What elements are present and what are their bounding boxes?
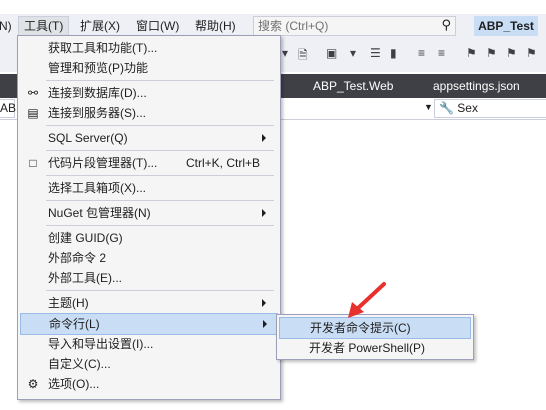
menu-item-label: 命令行(L): [49, 317, 100, 331]
member-combo[interactable]: 🔧 Sex: [434, 99, 546, 118]
menu-item-label: 选择工具箱项(X)...: [48, 181, 146, 195]
menu-item-shortcut: Ctrl+K, Ctrl+B: [186, 156, 261, 170]
tab-abp-test-web[interactable]: ABP_Test.Web: [305, 74, 401, 98]
file-icon[interactable]: 🗎: [298, 46, 308, 62]
uncomment-icon[interactable]: ≡: [438, 46, 445, 62]
menu-item-label: 外部工具(E)...: [48, 271, 122, 285]
window-icon[interactable]: ▣: [326, 46, 337, 62]
tools-menu: 获取工具和功能(T)... 管理和预览(P)功能 ⚯ 连接到数据库(D)... …: [17, 35, 281, 400]
menu-item-choose-toolbox[interactable]: 选择工具箱项(X)...: [20, 178, 276, 198]
menu-item-customize[interactable]: 自定义(C)...: [20, 354, 276, 374]
menu-separator: [46, 290, 274, 291]
snippet-icon: □: [29, 156, 37, 170]
menu-separator: [46, 200, 274, 201]
menu-item-label: 连接到数据库(D)...: [48, 86, 147, 100]
annotation-arrow-icon: [348, 282, 386, 318]
menu-item-label: 管理和预览(P)功能: [48, 61, 148, 75]
menu-item-snippets-manager[interactable]: □ 代码片段管理器(T)... Ctrl+K, Ctrl+B: [20, 153, 276, 173]
bookmark-next-icon[interactable]: ⚑: [506, 46, 517, 62]
menu-separator: [46, 125, 274, 126]
submenu-arrow-icon: [262, 299, 266, 307]
bookmark-icon[interactable]: ⚑: [466, 46, 477, 62]
menu-separator: [46, 225, 274, 226]
menu-prev-partial[interactable]: N): [0, 17, 17, 36]
submenu-item-label: 开发者 PowerShell(P): [309, 341, 426, 355]
database-connect-icon: ⚯: [27, 86, 39, 100]
command-line-submenu: 开发者命令提示(C) 开发者 PowerShell(P): [276, 314, 474, 360]
menu-item-label: 选项(O)...: [48, 377, 100, 391]
project-combo[interactable]: ABF: [0, 99, 23, 118]
submenu-item-developer-command-prompt[interactable]: 开发者命令提示(C): [279, 317, 471, 339]
menu-item-label: 主题(H): [48, 296, 89, 310]
menu-separator: [46, 175, 274, 176]
menu-item-label: 自定义(C)...: [48, 357, 111, 371]
menu-item-create-guid[interactable]: 创建 GUID(G): [20, 228, 276, 248]
member-combo-label: Sex: [457, 101, 478, 115]
wrench-icon: 🔧: [439, 101, 454, 115]
search-input[interactable]: 搜索 (Ctrl+Q): [258, 19, 328, 33]
menu-item-theme[interactable]: 主题(H): [20, 293, 276, 313]
bookmark-clear-icon[interactable]: ⚑: [526, 46, 537, 62]
menu-item-manage-preview[interactable]: 管理和预览(P)功能: [20, 58, 276, 78]
menu-separator: [46, 150, 274, 151]
menu-item-label: 获取工具和功能(T)...: [48, 41, 158, 55]
menu-item-get-tools[interactable]: 获取工具和功能(T)...: [20, 38, 276, 58]
menu-item-nuget[interactable]: NuGet 包管理器(N): [20, 203, 276, 223]
submenu-item-label: 开发者命令提示(C): [310, 321, 411, 335]
comment-icon[interactable]: ≡: [418, 46, 425, 62]
menu-item-options[interactable]: ⚙ 选项(O)...: [20, 374, 276, 394]
menu-separator: [46, 80, 274, 81]
combo-dropdown-icon[interactable]: ▼: [424, 102, 433, 112]
menu-extensions[interactable]: 扩展(X): [75, 17, 125, 36]
menu-item-label: SQL Server(Q): [48, 131, 128, 145]
search-icon: ⚲: [441, 17, 451, 32]
menu-help[interactable]: 帮助(H): [190, 17, 241, 36]
solution-name-badge[interactable]: ABP_Test: [474, 16, 538, 36]
submenu-arrow-icon: [262, 134, 266, 142]
menu-tools[interactable]: 工具(T): [18, 16, 70, 36]
menu-item-label: NuGet 包管理器(N): [48, 206, 151, 220]
submenu-arrow-icon: [262, 209, 266, 217]
gear-icon: ⚙: [27, 377, 39, 391]
menu-item-import-export[interactable]: 导入和导出设置(I)...: [20, 334, 276, 354]
menu-item-connect-database[interactable]: ⚯ 连接到数据库(D)...: [20, 83, 276, 103]
menu-item-label: 外部命令 2: [48, 251, 107, 265]
menu-item-external-tools[interactable]: 外部工具(E)...: [20, 268, 276, 288]
menu-item-sql-server[interactable]: SQL Server(Q): [20, 128, 276, 148]
menu-item-label: 导入和导出设置(I)...: [48, 337, 154, 351]
menu-window[interactable]: 窗口(W): [131, 17, 184, 36]
dropdown-arrow-icon[interactable]: ▾: [282, 46, 288, 62]
menu-item-label: 连接到服务器(S)...: [48, 106, 146, 120]
server-connect-icon: ▤: [27, 106, 39, 120]
menu-item-label: 创建 GUID(G): [48, 231, 123, 245]
submenu-arrow-icon: [263, 320, 267, 328]
bookmark-prev-icon[interactable]: ⚑: [486, 46, 497, 62]
menu-item-external-command-2[interactable]: 外部命令 2: [20, 248, 276, 268]
search-box[interactable]: 搜索 (Ctrl+Q) ⚲: [253, 16, 456, 36]
tab-order-icon[interactable]: ▮: [390, 46, 397, 62]
menu-item-command-line[interactable]: 命令行(L): [20, 313, 278, 335]
step-icon[interactable]: ▾: [350, 46, 356, 62]
format-icon[interactable]: ☰: [370, 46, 381, 62]
submenu-item-developer-powershell[interactable]: 开发者 PowerShell(P): [279, 338, 469, 358]
menu-item-connect-server[interactable]: ▤ 连接到服务器(S)...: [20, 103, 276, 123]
tab-appsettings-json[interactable]: appsettings.json: [425, 74, 528, 98]
menu-item-label: 代码片段管理器(T)...: [48, 156, 158, 170]
